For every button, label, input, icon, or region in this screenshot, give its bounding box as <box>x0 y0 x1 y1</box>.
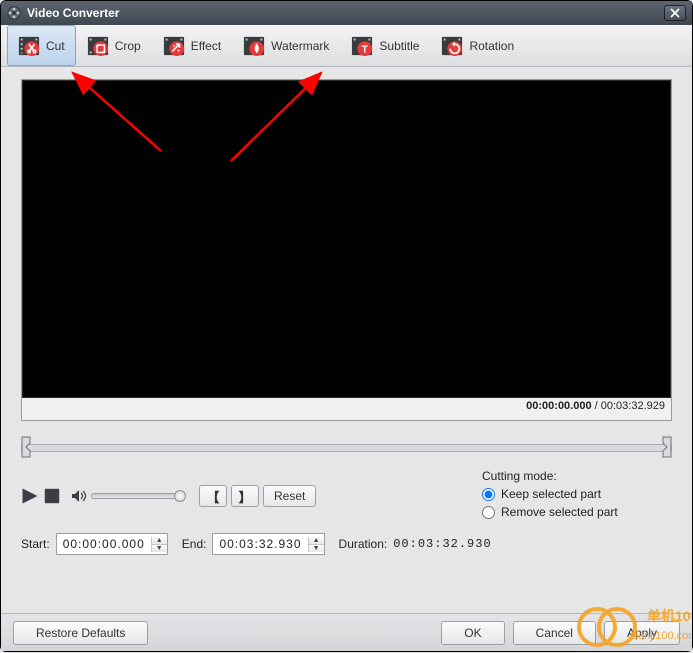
toolbar-tabs: Cut Crop Effect Watermark T Subtitle Rot… <box>1 25 692 67</box>
window-title: Video Converter <box>27 6 119 20</box>
reset-button[interactable]: Reset <box>263 485 316 507</box>
duration-label: Duration: <box>339 537 388 551</box>
subtitle-icon: T <box>351 35 373 57</box>
play-button[interactable] <box>21 488 39 504</box>
cancel-button[interactable]: Cancel <box>513 621 596 645</box>
volume-icon <box>71 489 87 503</box>
app-icon <box>7 6 21 20</box>
tab-watermark[interactable]: Watermark <box>232 25 340 66</box>
apply-button[interactable]: Apply <box>604 621 680 645</box>
start-spin-down[interactable]: ▼ <box>152 545 167 552</box>
crop-icon <box>87 35 109 57</box>
cutting-remove-radio[interactable] <box>482 506 495 519</box>
effect-icon <box>163 35 185 57</box>
cut-icon <box>18 35 40 57</box>
play-icon <box>21 487 39 505</box>
mark-in-button[interactable]: 【 <box>199 485 227 507</box>
playback-position: 00:00:00.000 <box>526 400 591 412</box>
watermark-icon <box>243 35 265 57</box>
cutting-mode-heading: Cutting mode: <box>482 469 672 483</box>
tab-label: Crop <box>115 39 141 53</box>
tab-cut[interactable]: Cut <box>7 25 76 66</box>
volume-thumb[interactable] <box>174 490 186 502</box>
tab-label: Effect <box>191 39 221 53</box>
tab-crop[interactable]: Crop <box>76 25 152 66</box>
tab-subtitle[interactable]: T Subtitle <box>340 25 430 66</box>
volume-button[interactable] <box>71 489 87 503</box>
start-spinner: ▲ ▼ <box>151 537 167 552</box>
cutting-remove-label: Remove selected part <box>501 505 618 519</box>
title-bar: Video Converter <box>1 1 692 25</box>
ok-button[interactable]: OK <box>441 621 504 645</box>
end-time-input[interactable]: 00:03:32.930 ▲ ▼ <box>212 533 324 555</box>
start-time-value: 00:00:00.000 <box>57 537 151 551</box>
stop-button[interactable] <box>43 488 61 504</box>
end-spin-down[interactable]: ▼ <box>309 545 324 552</box>
end-spinner: ▲ ▼ <box>308 537 324 552</box>
time-readout: 00:00:00.000 / 00:03:32.929 <box>22 398 671 416</box>
rotation-icon <box>441 35 463 57</box>
mark-out-button[interactable]: 】 <box>231 485 259 507</box>
tab-label: Watermark <box>271 39 329 53</box>
cutting-mode-panel: Cutting mode: Keep selected part Remove … <box>482 469 672 523</box>
cutting-keep-option[interactable]: Keep selected part <box>482 487 672 501</box>
end-spin-up[interactable]: ▲ <box>309 537 324 545</box>
video-preview[interactable] <box>22 80 671 398</box>
cutting-keep-radio[interactable] <box>482 488 495 501</box>
trim-handle-start[interactable] <box>19 435 33 459</box>
close-icon <box>669 7 681 19</box>
volume-slider[interactable] <box>91 493 181 499</box>
svg-text:T: T <box>362 44 369 55</box>
trim-handle-end[interactable] <box>660 435 674 459</box>
end-time-value: 00:03:32.930 <box>213 537 307 551</box>
tab-rotation[interactable]: Rotation <box>430 25 525 66</box>
close-button[interactable] <box>664 5 686 21</box>
video-frame: 00:00:00.000 / 00:03:32.929 <box>21 79 672 421</box>
start-spin-up[interactable]: ▲ <box>152 537 167 545</box>
start-time-input[interactable]: 00:00:00.000 ▲ ▼ <box>56 533 168 555</box>
restore-defaults-button[interactable]: Restore Defaults <box>13 621 148 645</box>
tab-label: Cut <box>46 39 65 53</box>
tab-label: Rotation <box>469 39 514 53</box>
cutting-remove-option[interactable]: Remove selected part <box>482 505 672 519</box>
tab-effect[interactable]: Effect <box>152 25 232 66</box>
end-label: End: <box>182 537 207 551</box>
playback-total: 00:03:32.929 <box>601 400 665 412</box>
trim-slider[interactable] <box>21 435 672 459</box>
footer: Restore Defaults OK Cancel Apply <box>1 613 692 651</box>
duration-value: 00:03:32.930 <box>393 537 491 551</box>
start-label: Start: <box>21 537 50 551</box>
tab-label: Subtitle <box>379 39 419 53</box>
stop-icon <box>43 487 61 505</box>
cutting-keep-label: Keep selected part <box>501 487 601 501</box>
